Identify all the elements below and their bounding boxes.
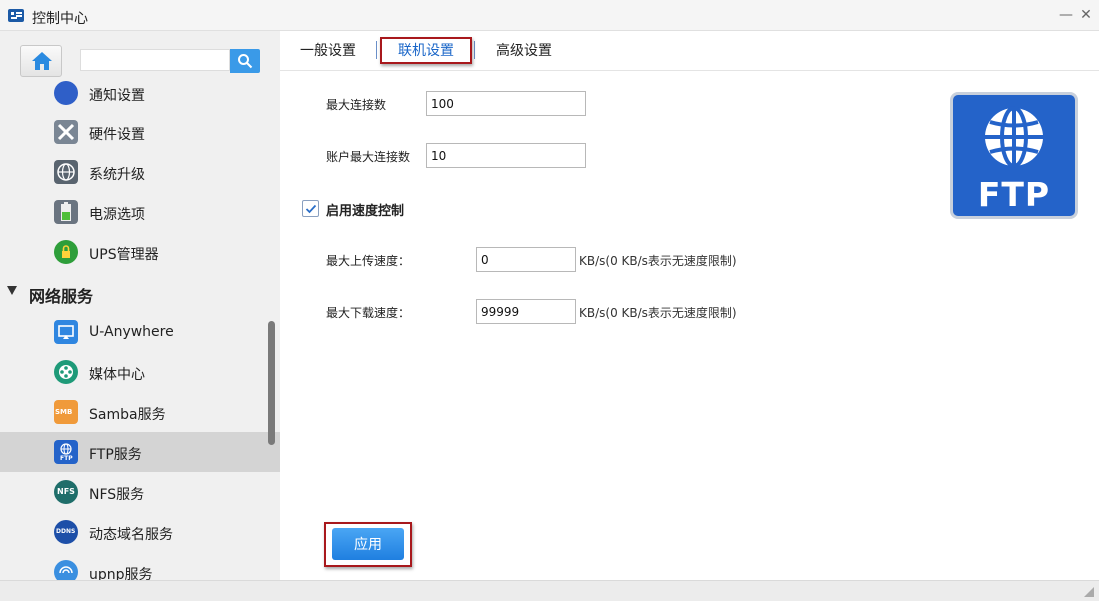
max-upload-label: 最大上传速度： xyxy=(326,254,411,268)
sidebar-item-samba[interactable]: SMB Samba服务 xyxy=(0,392,280,432)
upload-unit-hint: KB/s(0 KB/s表示无速度限制) xyxy=(579,254,737,268)
film-reel-icon xyxy=(54,360,78,384)
sidebar: 通知设置 硬件设置 系统升级 电源选项 UPS管理器 网络服务 U-Anywhe… xyxy=(0,31,280,580)
ftp-badge: FTP xyxy=(60,455,73,462)
sidebar-item-label: 硬件设置 xyxy=(89,127,145,143)
sidebar-item-ftp[interactable]: FTP FTP服务 xyxy=(0,432,280,472)
apply-button[interactable]: 应用 xyxy=(332,528,404,560)
sidebar-item-u-anywhere[interactable]: U-Anywhere xyxy=(0,312,280,352)
status-bar xyxy=(0,580,1099,601)
sidebar-item-ddns[interactable]: DDNS 动态域名服务 xyxy=(0,512,280,552)
download-unit-hint: KB/s(0 KB/s表示无速度限制) xyxy=(579,306,737,320)
search-icon xyxy=(238,54,253,69)
sidebar-item-label: NFS服务 xyxy=(89,487,145,503)
max-account-connections-field[interactable] xyxy=(426,143,586,168)
sidebar-item-hardware[interactable]: 硬件设置 xyxy=(0,112,280,152)
section-label: 网络服务 xyxy=(29,287,94,306)
sidebar-item-nfs[interactable]: NFS NFS服务 xyxy=(0,472,280,512)
title-bar: 控制中心 — ✕ xyxy=(0,0,1099,31)
ftp-globe-icon: FTP xyxy=(54,440,78,464)
search-button[interactable] xyxy=(230,49,260,73)
window-title: 控制中心 xyxy=(32,11,88,27)
wrench-screwdriver-icon xyxy=(54,120,78,144)
samba-folder-icon: SMB xyxy=(54,400,78,424)
max-connections-field[interactable] xyxy=(426,91,586,116)
sidebar-item-upgrade[interactable]: 系统升级 xyxy=(0,152,280,192)
sidebar-item-label: 通知设置 xyxy=(89,88,145,104)
ddns-badge: DDNS xyxy=(56,528,76,535)
globe-upgrade-icon xyxy=(54,160,78,184)
sidebar-item-notification[interactable]: 通知设置 xyxy=(0,73,280,113)
sidebar-item-label: 媒体中心 xyxy=(89,367,145,383)
tab-advanced-settings[interactable]: 高级设置 xyxy=(496,40,552,60)
tab-separator xyxy=(376,41,377,59)
max-download-label: 最大下载速度： xyxy=(326,306,411,320)
speed-control-label: 启用速度控制 xyxy=(326,204,405,219)
sidebar-item-ups[interactable]: UPS管理器 xyxy=(0,232,280,272)
max-account-connections-label: 账户最大连接数 xyxy=(326,150,411,164)
minimize-icon[interactable]: — xyxy=(1058,7,1074,23)
ftp-logo: FTP xyxy=(950,92,1078,219)
sidebar-scrollbar[interactable] xyxy=(268,321,275,445)
samba-badge: SMB xyxy=(55,408,73,416)
tab-bar: 一般设置 联机设置 高级设置 xyxy=(280,31,1099,71)
main-panel: 一般设置 联机设置 高级设置 最大连接数 账户最大连接数 启用速度控制 最大上传… xyxy=(280,31,1099,580)
sidebar-item-label: upnp服务 xyxy=(89,567,153,580)
ddns-icon: DDNS xyxy=(54,520,78,544)
speed-control-checkbox[interactable] xyxy=(302,200,319,217)
sidebar-item-media-center[interactable]: 媒体中心 xyxy=(0,352,280,392)
search-input[interactable] xyxy=(80,49,230,71)
sidebar-item-label: 系统升级 xyxy=(89,167,145,183)
max-upload-field[interactable] xyxy=(476,247,576,272)
nfs-icon: NFS xyxy=(54,480,78,504)
bell-gear-icon xyxy=(54,81,78,105)
expand-arrow-icon xyxy=(7,286,17,295)
monitor-icon xyxy=(54,320,78,344)
max-connections-label: 最大连接数 xyxy=(326,98,387,112)
ups-power-icon xyxy=(54,240,78,264)
sidebar-item-label: Samba服务 xyxy=(89,407,166,423)
resize-grip-icon[interactable] xyxy=(1084,587,1094,597)
sidebar-item-power[interactable]: 电源选项 xyxy=(0,192,280,232)
sidebar-item-upnp[interactable]: upnp服务 xyxy=(0,552,280,580)
ftp-logo-text: FTP xyxy=(977,175,1051,214)
sidebar-item-label: UPS管理器 xyxy=(89,247,159,263)
control-center-icon xyxy=(8,9,24,22)
tab-general-settings[interactable]: 一般设置 xyxy=(300,40,356,60)
globe-icon xyxy=(985,106,1043,168)
battery-icon xyxy=(54,200,78,224)
checkmark-icon xyxy=(305,204,317,214)
sidebar-item-label: 动态域名服务 xyxy=(89,527,173,543)
tab-connection-settings[interactable]: 联机设置 xyxy=(398,40,454,60)
home-icon xyxy=(32,52,52,70)
nfs-badge: NFS xyxy=(57,487,75,496)
sidebar-item-label: FTP服务 xyxy=(89,447,142,463)
upnp-icon xyxy=(54,560,78,580)
section-network-services[interactable]: 网络服务 xyxy=(0,281,280,306)
close-icon[interactable]: ✕ xyxy=(1078,7,1094,23)
sidebar-item-label: U-Anywhere xyxy=(89,324,174,340)
max-download-field[interactable] xyxy=(476,299,576,324)
tab-separator xyxy=(474,41,475,59)
sidebar-item-label: 电源选项 xyxy=(89,207,145,223)
